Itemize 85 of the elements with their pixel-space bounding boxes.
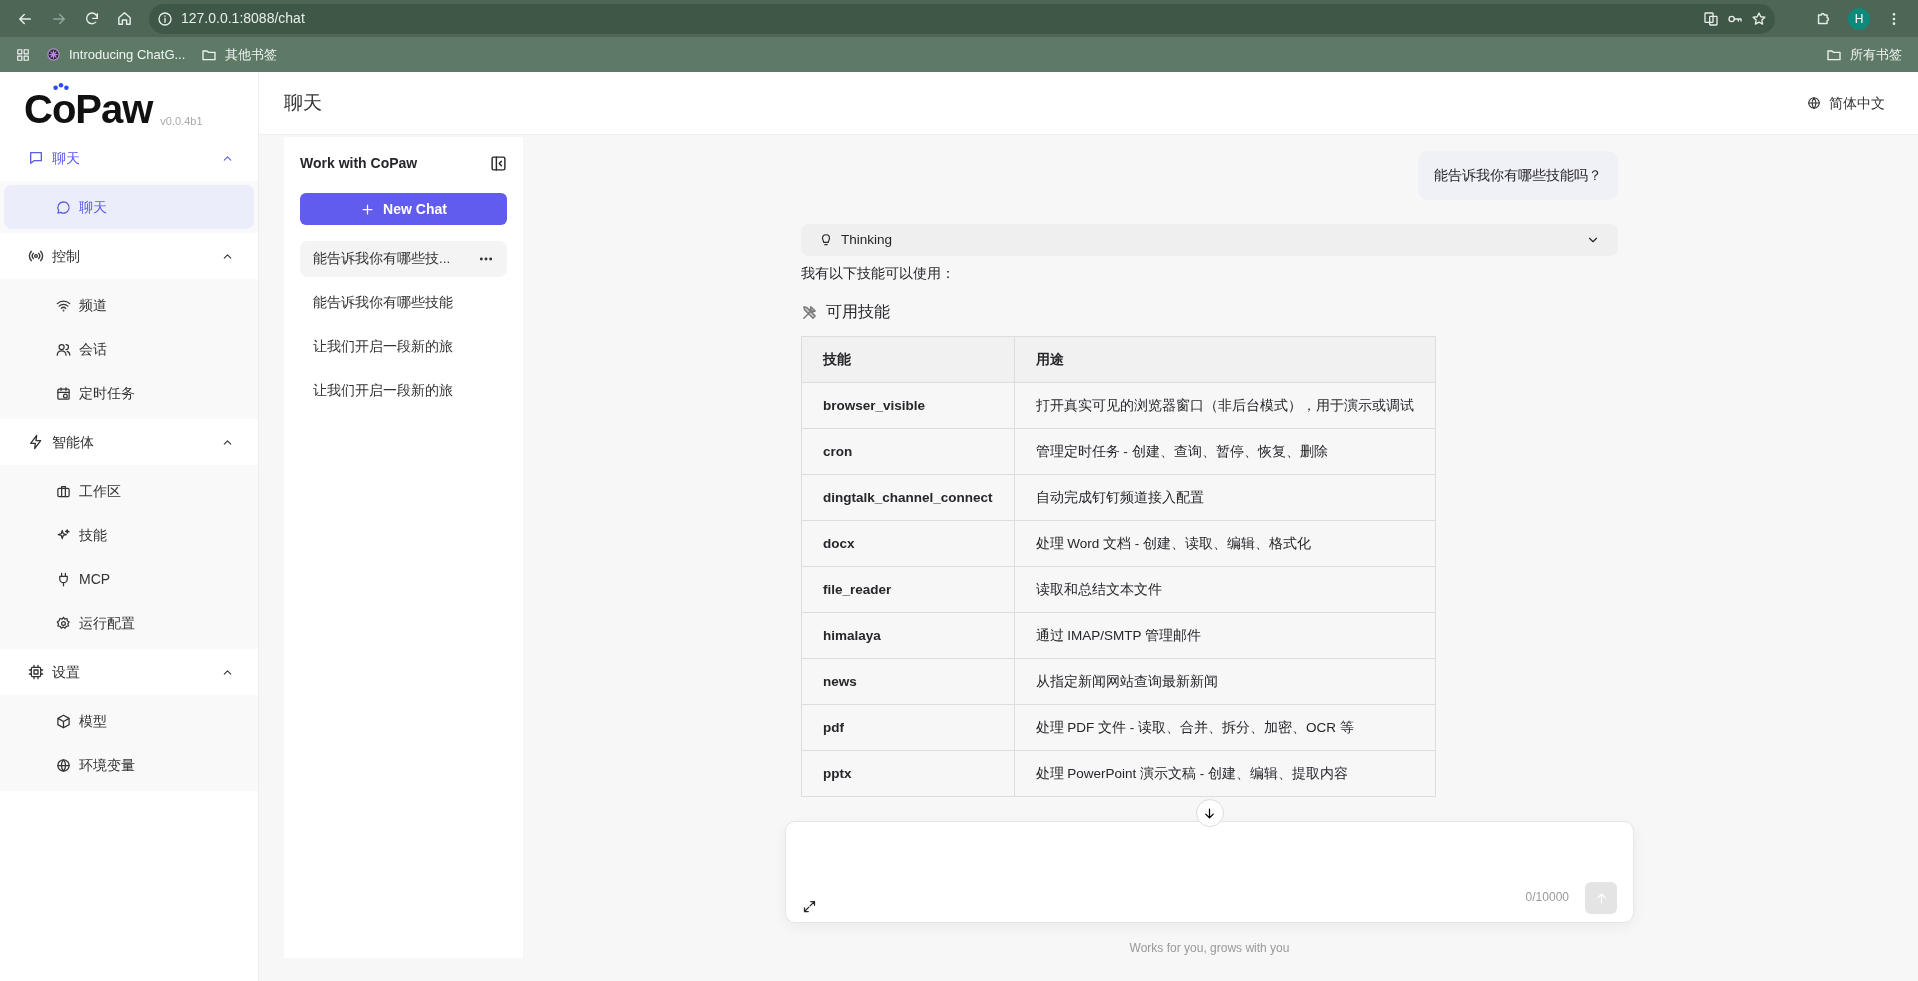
collapse-panel-icon[interactable] xyxy=(490,154,507,172)
lightbulb-icon xyxy=(819,233,833,247)
reply-intro: 我有以下技能可以使用： xyxy=(801,265,956,283)
skill-name-cell: file_reader xyxy=(801,566,1015,613)
calendar-icon xyxy=(56,385,71,401)
url-text: 127.0.0.1:8088/chat xyxy=(181,9,305,28)
skill-name-cell: browser_visible xyxy=(801,382,1015,429)
character-counter: 0/10000 xyxy=(1525,889,1569,906)
skill-description-cell: 处理 Word 文档 - 创建、读取、编辑、格式化 xyxy=(1014,520,1436,567)
info-icon xyxy=(157,10,173,27)
thinking-toggle[interactable]: Thinking xyxy=(801,224,1618,256)
page-title: 聊天 xyxy=(284,90,322,115)
scroll-down-button[interactable] xyxy=(1195,799,1224,827)
column-header: 用途 xyxy=(1014,336,1436,383)
chat-session[interactable]: 能告诉我你有哪些技能 xyxy=(300,285,507,321)
translate-icon[interactable] xyxy=(1703,10,1719,27)
language-button[interactable]: 简体中文 xyxy=(1807,92,1885,114)
settings-icon xyxy=(56,615,71,631)
globe-icon xyxy=(1807,96,1821,110)
sidebar-item[interactable]: 环境变量 xyxy=(4,743,254,787)
logo-text: CoPaw xyxy=(24,89,153,129)
skill-name-cell: pdf xyxy=(801,704,1015,751)
skill-description-cell: 管理定时任务 - 创建、查询、暂停、恢复、删除 xyxy=(1014,428,1436,475)
sidebar-item[interactable]: 频道 xyxy=(4,283,254,327)
sidebar-item[interactable]: 会话 xyxy=(4,327,254,371)
tools-icon xyxy=(801,303,818,321)
skill-description-cell: 从指定新闻网站查询最新新闻 xyxy=(1014,658,1436,705)
users-icon xyxy=(56,341,71,357)
bookmark-link[interactable]: 所有书签 xyxy=(1826,44,1902,65)
skill-name-cell: docx xyxy=(801,520,1015,567)
version-label: v0.0.4b1 xyxy=(160,113,203,129)
broadcast-icon xyxy=(28,248,44,264)
sidebar-group[interactable]: 控制 xyxy=(0,233,258,279)
skill-name-cell: dingtalk_channel_connect xyxy=(801,474,1015,521)
apps-grid-icon[interactable] xyxy=(16,47,30,62)
chip-icon xyxy=(28,664,44,680)
skill-description-cell: 打开真实可见的浏览器窗口（非后台模式），用于演示或调试 xyxy=(1014,382,1436,429)
globe-icon xyxy=(56,757,71,773)
skill-description-cell: 自动完成钉钉频道接入配置 xyxy=(1014,474,1436,521)
bookmark-link[interactable]: 其他书签 xyxy=(201,44,278,65)
skill-name-cell: pptx xyxy=(801,750,1015,797)
cube-icon xyxy=(56,713,71,729)
plus-icon xyxy=(360,201,376,217)
sidebar-item[interactable]: 运行配置 xyxy=(4,601,254,645)
footer-tagline: Works for you, grows with you xyxy=(1129,940,1290,957)
chat-bubble-icon xyxy=(56,199,71,215)
arrow-down-icon xyxy=(1202,805,1217,821)
sidebar-group[interactable]: 设置 xyxy=(0,649,258,695)
star-icon[interactable] xyxy=(1751,10,1767,27)
chat-session[interactable]: 能告诉我你有哪些技... xyxy=(300,241,507,277)
skill-name-cell: himalaya xyxy=(801,612,1015,659)
sidebar-item[interactable]: 工作区 xyxy=(4,469,254,513)
briefcase-icon xyxy=(56,483,71,499)
address-bar[interactable]: 127.0.0.1:8088/chat xyxy=(149,3,1775,34)
skill-description-cell: 读取和总结文本文件 xyxy=(1014,566,1436,613)
column-header: 技能 xyxy=(801,336,1015,383)
expand-icon[interactable] xyxy=(802,899,817,914)
skill-description-cell: 通过 IMAP/SMTP 管理邮件 xyxy=(1014,612,1436,659)
paw-dots-icon xyxy=(52,82,70,91)
flower-icon xyxy=(46,47,61,62)
sidebar-item[interactable]: 技能 xyxy=(4,513,254,557)
plug-icon xyxy=(56,571,71,587)
user-message: 能告诉我你有哪些技能吗？ xyxy=(1418,151,1618,200)
skill-description-cell: 处理 PDF 文件 - 读取、合并、拆分、加密、OCR 等 xyxy=(1014,704,1436,751)
reload-icon[interactable] xyxy=(84,10,100,27)
sidebar-item[interactable]: 聊天 xyxy=(4,185,254,229)
extension-icon[interactable] xyxy=(1815,10,1832,27)
home-icon[interactable] xyxy=(116,10,133,27)
chat-session[interactable]: 让我们开启一段新的旅 xyxy=(300,373,507,409)
sidebar-group[interactable]: 聊天 xyxy=(0,135,258,181)
skill-name-cell: cron xyxy=(801,428,1015,475)
bookmark-link[interactable]: Introducing ChatG... xyxy=(46,44,186,65)
profile-avatar[interactable]: H xyxy=(1848,7,1870,30)
skill-name-cell: news xyxy=(801,658,1015,705)
skill-description-cell: 处理 PowerPoint 演示文稿 - 创建、编辑、提取内容 xyxy=(1014,750,1436,797)
sidebar-item[interactable]: 定时任务 xyxy=(4,371,254,415)
sidebar-item[interactable]: 模型 xyxy=(4,699,254,743)
chat-list-title: Work with CoPaw xyxy=(300,153,418,173)
lightning-icon xyxy=(28,434,44,450)
sidebar-group[interactable]: 智能体 xyxy=(0,419,258,465)
sidebar-item[interactable]: MCP xyxy=(4,557,254,601)
chat-icon xyxy=(28,150,44,166)
new-chat-button[interactable]: New Chat xyxy=(300,193,507,225)
chat-session[interactable]: 让我们开启一段新的旅 xyxy=(300,329,507,365)
section-heading: 可用技能 xyxy=(826,302,890,323)
